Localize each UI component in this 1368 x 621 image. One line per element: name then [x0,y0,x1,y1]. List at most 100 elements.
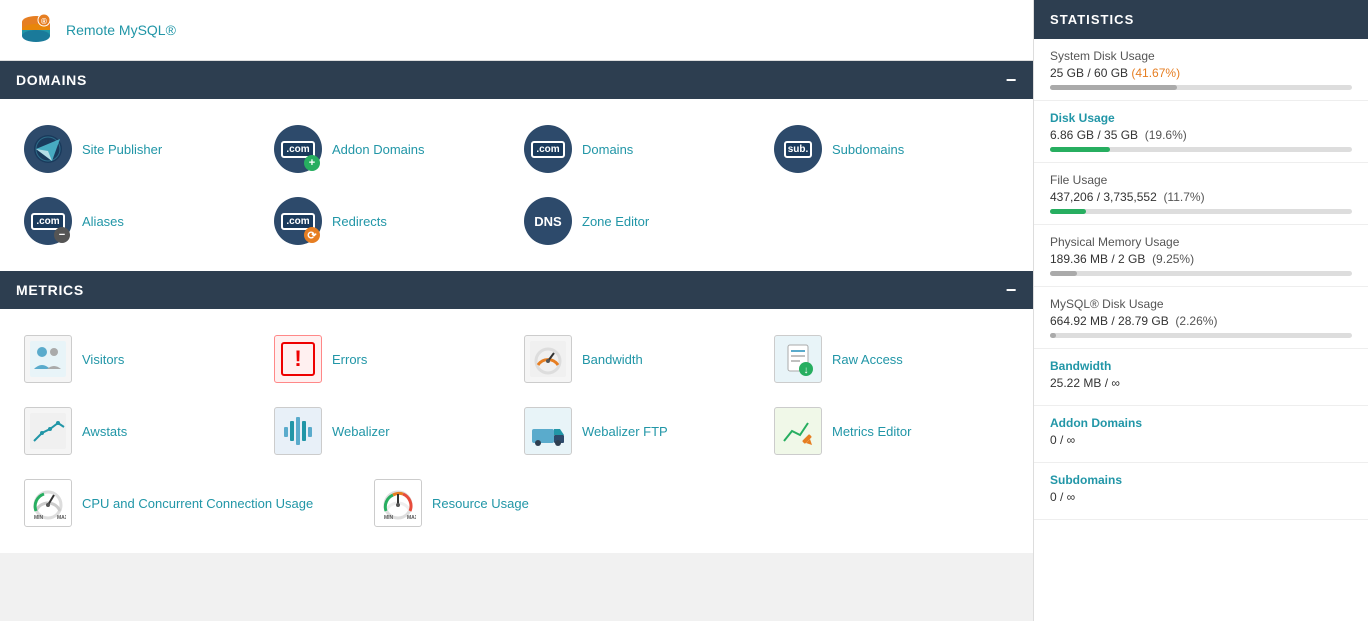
errors-item[interactable]: ! Errors [266,325,516,393]
physical-memory-label: Physical Memory Usage [1050,235,1352,249]
addon-domains-link[interactable]: Addon Domains [332,142,425,157]
domains-link[interactable]: Domains [582,142,633,157]
bandwidth-stat-value: 25.22 MB / ∞ [1050,376,1352,390]
file-usage-highlight: (11.7%) [1163,190,1204,204]
aliases-link[interactable]: Aliases [82,214,124,229]
metrics-header-label: METRICS [16,282,84,298]
disk-usage-value: 6.86 GB / 35 GB (19.6%) [1050,128,1352,142]
resource-usage-link[interactable]: Resource Usage [432,496,529,511]
cpu-concurrent-icon: MIN MAX [24,479,72,527]
subdomains-stat: Subdomains 0 / ∞ [1034,463,1368,520]
zone-editor-link[interactable]: Zone Editor [582,214,649,229]
visitors-icon [24,335,72,383]
metrics-collapse-btn[interactable]: − [1006,281,1017,299]
bandwidth-stat-label[interactable]: Bandwidth [1050,359,1352,373]
system-disk-highlight: (41.67%) [1131,66,1180,80]
mysql-disk-label: MySQL® Disk Usage [1050,297,1352,311]
redirects-badge: ⟳ [304,227,320,243]
aliases-icon: .com − [24,197,72,245]
topbar: ® Remote MySQL® [0,0,1033,61]
svg-text:MIN: MIN [34,515,44,521]
physical-memory-value: 189.36 MB / 2 GB (9.25%) [1050,252,1352,266]
statistics-sidebar: STATISTICS System Disk Usage 25 GB / 60 … [1033,0,1368,621]
metrics-section-header: METRICS − [0,271,1033,309]
cpu-concurrent-link[interactable]: CPU and Concurrent Connection Usage [82,496,313,511]
zone-editor-dns-text: DNS [534,214,561,229]
site-publisher-item[interactable]: Site Publisher [16,115,266,183]
disk-usage-highlight: (19.6%) [1145,128,1187,142]
physical-memory-highlight: (9.25%) [1152,252,1194,266]
system-disk-progress-fill [1050,85,1177,90]
zone-editor-item[interactable]: DNS Zone Editor [516,187,766,255]
bandwidth-item[interactable]: Bandwidth [516,325,766,393]
remote-mysql-icon: ® [16,10,56,50]
raw-access-item[interactable]: ↓ Raw Access [766,325,1016,393]
metrics-editor-link[interactable]: Metrics Editor [832,424,911,439]
addon-domains-stat-label[interactable]: Addon Domains [1050,416,1352,430]
subdomains-stat-label[interactable]: Subdomains [1050,473,1352,487]
webalizer-ftp-item[interactable]: Webalizer FTP [516,397,766,465]
subdomains-item[interactable]: sub. Subdomains [766,115,1016,183]
redirects-item[interactable]: .com ⟳ Redirects [266,187,516,255]
raw-access-link[interactable]: Raw Access [832,352,903,367]
webalizer-icon [274,407,322,455]
webalizer-link[interactable]: Webalizer [332,424,390,439]
svg-text:MAX: MAX [407,515,416,521]
webalizer-ftp-link[interactable]: Webalizer FTP [582,424,668,439]
errors-link[interactable]: Errors [332,352,367,367]
metrics-editor-icon [774,407,822,455]
domains-section: DOMAINS − Site Publisher [0,61,1033,271]
file-usage-progress-fill [1050,209,1086,214]
raw-access-icon: ↓ [774,335,822,383]
visitors-link[interactable]: Visitors [82,352,124,367]
mysql-disk-progress-bg [1050,333,1352,338]
webalizer-ftp-icon [524,407,572,455]
metrics-editor-item[interactable]: Metrics Editor [766,397,1016,465]
addon-domains-stat: Addon Domains 0 / ∞ [1034,406,1368,463]
file-usage-progress-bg [1050,209,1352,214]
mysql-disk-progress-fill [1050,333,1056,338]
cpu-concurrent-item[interactable]: MIN MAX CPU and Concurrent Connection Us… [16,469,366,537]
addon-domains-item[interactable]: .com + Addon Domains [266,115,516,183]
webalizer-item[interactable]: Webalizer [266,397,516,465]
file-usage-label: File Usage [1050,173,1352,187]
awstats-item[interactable]: Awstats [16,397,266,465]
system-disk-progress-bg [1050,85,1352,90]
physical-memory-progress-fill [1050,271,1077,276]
domains-collapse-btn[interactable]: − [1006,71,1017,89]
zone-editor-icon: DNS [524,197,572,245]
svg-text:↓: ↓ [804,365,809,376]
site-publisher-link[interactable]: Site Publisher [82,142,162,157]
aliases-item[interactable]: .com − Aliases [16,187,266,255]
subdomains-icon: sub. [774,125,822,173]
mysql-disk-stat: MySQL® Disk Usage 664.92 MB / 28.79 GB (… [1034,287,1368,349]
resource-usage-icon: MIN MAX [374,479,422,527]
system-disk-label: System Disk Usage [1050,49,1352,63]
disk-usage-label[interactable]: Disk Usage [1050,111,1352,125]
disk-usage-progress-bg [1050,147,1352,152]
awstats-link[interactable]: Awstats [82,424,127,439]
domains-icon: .com [524,125,572,173]
mysql-disk-value: 664.92 MB / 28.79 GB (2.26%) [1050,314,1352,328]
metrics-section: METRICS − Visitors [0,271,1033,553]
addon-domains-stat-value: 0 / ∞ [1050,433,1352,447]
disk-usage-stat: Disk Usage 6.86 GB / 35 GB (19.6%) [1034,101,1368,163]
file-usage-stat: File Usage 437,206 / 3,735,552 (11.7%) [1034,163,1368,225]
main-content: ® Remote MySQL® DOMAINS − [0,0,1033,621]
mysql-disk-highlight: (2.26%) [1175,314,1217,328]
resource-usage-item[interactable]: MIN MAX Resource Usage [366,469,616,537]
svg-text:MIN: MIN [384,515,394,521]
subdomains-link[interactable]: Subdomains [832,142,904,157]
physical-memory-progress-bg [1050,271,1352,276]
system-disk-stat: System Disk Usage 25 GB / 60 GB (41.67%) [1034,39,1368,101]
redirects-link[interactable]: Redirects [332,214,387,229]
subdomains-stat-value: 0 / ∞ [1050,490,1352,504]
bandwidth-link[interactable]: Bandwidth [582,352,643,367]
visitors-item[interactable]: Visitors [16,325,266,393]
domains-item[interactable]: .com Domains [516,115,766,183]
svg-text:MAX: MAX [57,515,66,521]
svg-text:!: ! [294,346,301,371]
domains-com-text: .com [531,141,564,158]
awstats-icon [24,407,72,455]
remote-mysql-link[interactable]: Remote MySQL® [66,22,176,38]
